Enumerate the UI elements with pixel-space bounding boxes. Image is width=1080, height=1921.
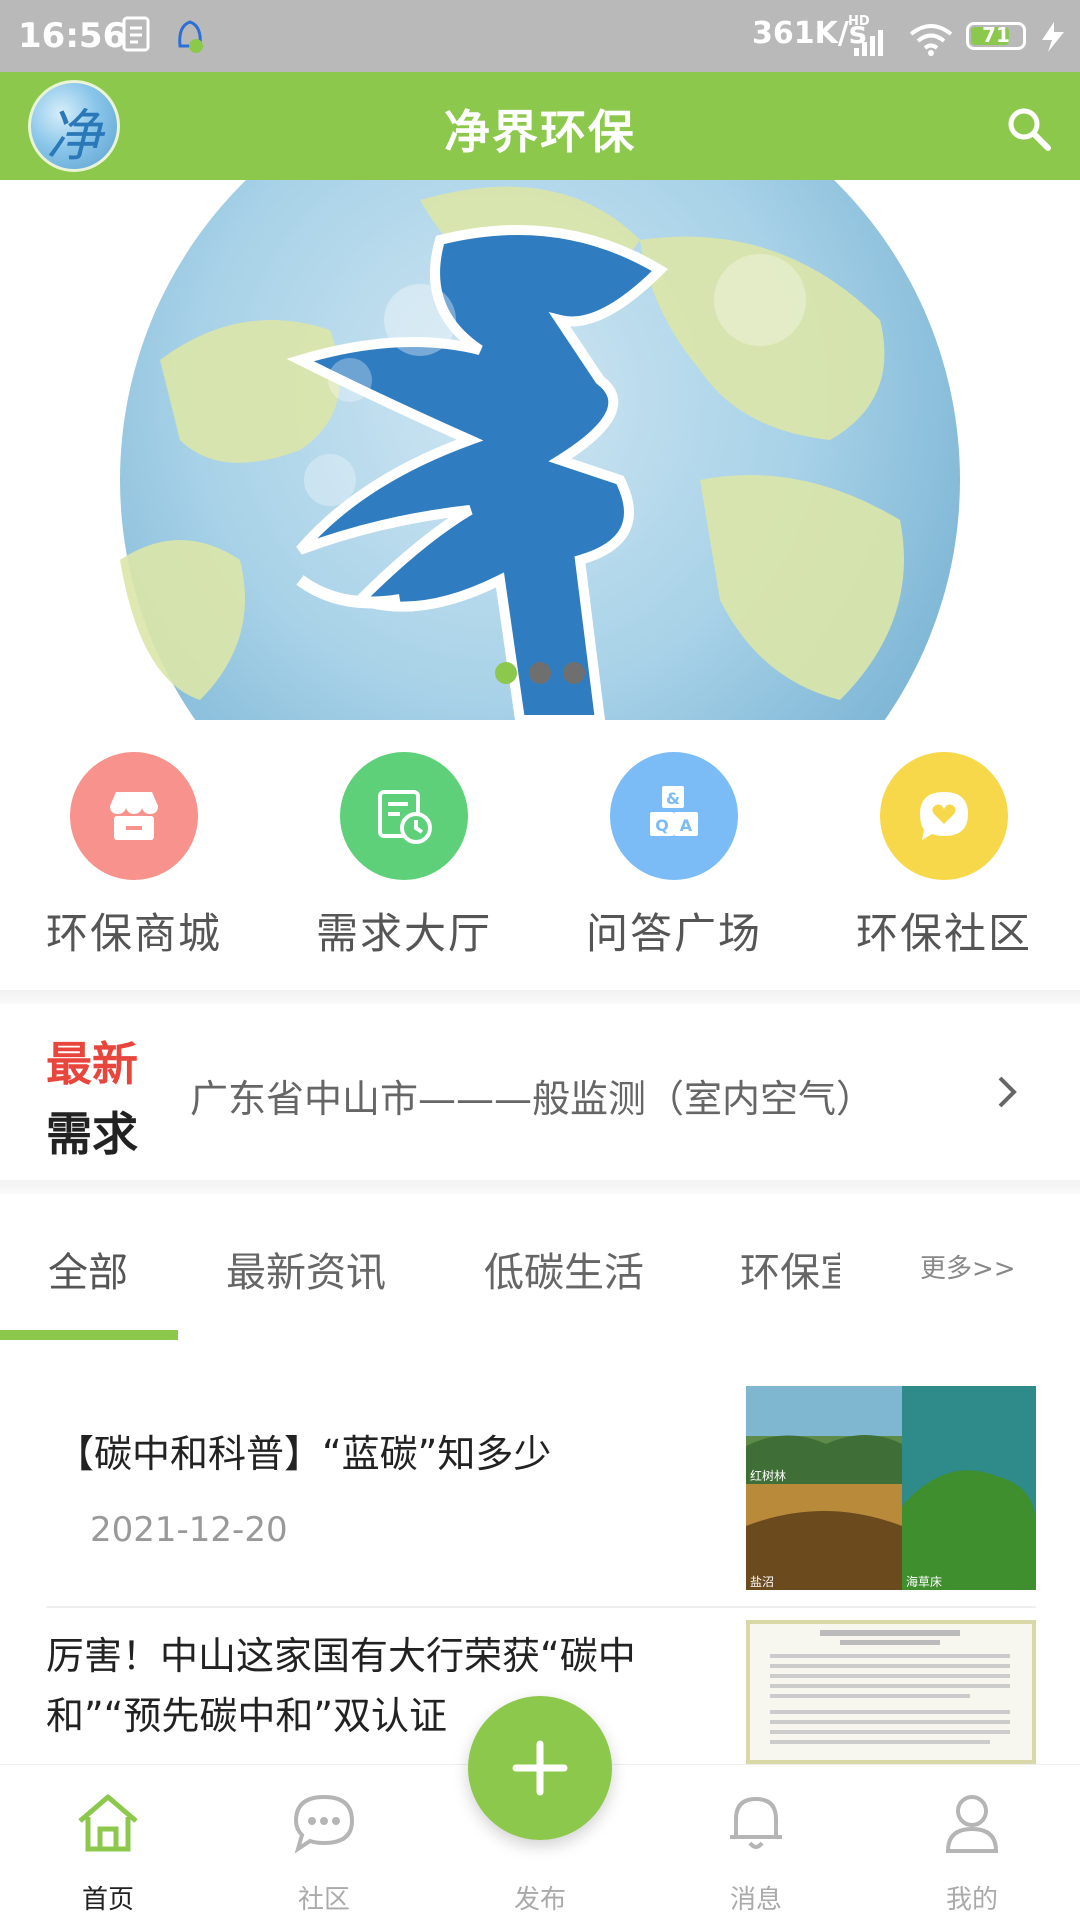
nav-label: 社区 [297,1885,350,1915]
status-time: 16:56 [18,16,127,56]
profile-icon [945,1795,999,1853]
bell-icon [730,1796,782,1849]
quick-action-community[interactable]: 环保社区 [834,752,1054,962]
quick-action-qa-square[interactable]: & Q A 问答广场 [564,752,784,962]
quick-action-demand-hall[interactable]: 需求大厅 [294,752,514,962]
article-thumbnail [746,1620,1036,1764]
notification-app-icon [178,20,203,53]
wifi-icon [909,24,953,56]
quick-action-circle [70,752,198,880]
nav-label: 发布 [513,1885,566,1915]
svg-text:Q: Q [655,816,669,835]
search-icon[interactable] [1004,104,1052,152]
banner-carousel[interactable] [0,180,1080,720]
article-title-line1: 厉害！中山这家国有大行荣获“碳中 [46,1634,636,1678]
quick-action-circle [340,752,468,880]
article-title-line2: 和”“预先碳中和”双认证 [46,1694,448,1738]
ticker-text[interactable]: 广东省中山市———般监测（室内空气） [190,1068,874,1123]
thumb-label-saltmarsh: 盐沼 [750,1575,774,1589]
nav-profile[interactable]: 我的 [864,1765,1080,1921]
globe-logo-image [120,180,960,720]
page-title: 净界环保 [444,105,636,159]
carousel-dot[interactable] [495,662,517,684]
signal-icon [854,30,883,56]
tab-environmental[interactable]: 环保宣 [740,1240,840,1298]
quick-action-label: 环保社区 [855,909,1032,958]
nav-messages[interactable]: 消息 [648,1765,864,1921]
quick-action-mall[interactable]: 环保商城 [24,752,244,962]
tab-latest-news[interactable]: 最新资讯 [226,1240,386,1298]
article-date: 2021-12-20 [90,1510,288,1550]
ticker-tag-latest: 最新 [46,1037,138,1091]
battery-level: 71 [982,23,1010,47]
carousel-dot[interactable] [529,662,551,684]
chevron-right-icon[interactable] [996,1074,1020,1110]
app-header: 净 净界环保 [0,72,1080,180]
thumb-label-mangrove: 红树林 [750,1468,786,1483]
nav-community[interactable]: 社区 [216,1765,432,1921]
chat-heart-icon [920,792,968,840]
battery-icon: 71 [966,22,1026,50]
carousel-indicator [0,662,1080,692]
qa-blocks-icon: & Q A [650,786,698,836]
community-icon [293,1794,355,1854]
article-title: 【碳中和科普】“蓝碳”知多少 [56,1432,552,1476]
home-icon [78,1794,138,1852]
tab-more-button[interactable]: 更多>> [920,1248,1016,1285]
publish-fab-button[interactable] [468,1696,612,1840]
quick-action-circle [880,752,1008,880]
plus-icon [512,1740,568,1796]
nav-home[interactable]: 首页 [0,1765,216,1921]
hd-indicator: HD [848,14,870,29]
quick-action-label: 需求大厅 [315,909,492,958]
store-icon [110,792,158,840]
svg-text:A: A [680,816,693,835]
quick-action-label: 问答广场 [585,909,762,958]
quick-action-circle: & Q A [610,752,738,880]
charging-icon [1042,22,1064,52]
schedule-icon [378,790,432,844]
active-tab-indicator [0,1330,178,1340]
nav-label: 首页 [81,1885,134,1915]
nav-label: 我的 [945,1885,998,1915]
tab-all[interactable]: 全部 [48,1240,128,1298]
thumb-label-seagrass: 海草床 [906,1574,942,1589]
section-divider [0,990,1080,1004]
tab-environmental-clip: 环保宣 [740,1230,840,1300]
file-icon [122,16,150,52]
article-thumbnail: 红树林 盐沼 海草床 [746,1386,1036,1590]
quick-action-label: 环保商城 [45,909,222,958]
article-divider [46,1606,1036,1608]
section-divider [0,1180,1080,1194]
nav-label: 消息 [729,1885,782,1915]
svg-text:&: & [666,789,680,808]
ticker-tag-demand: 需求 [46,1107,138,1161]
tab-low-carbon[interactable]: 低碳生活 [484,1240,644,1298]
status-bar: 16:56 361K/s HD 71 [0,0,1080,72]
carousel-dot[interactable] [563,662,585,684]
